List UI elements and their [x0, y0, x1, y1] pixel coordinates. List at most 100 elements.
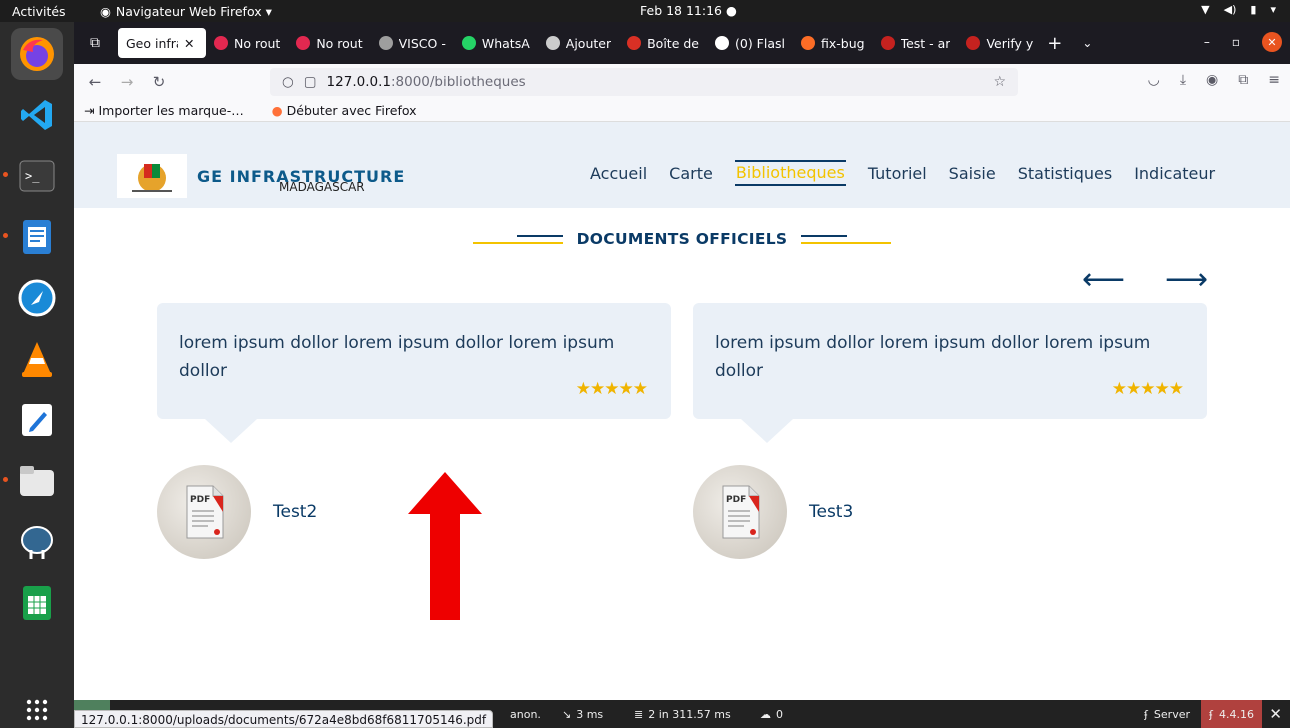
tab-no-route-2[interactable]: No rout: [288, 28, 370, 58]
document-card[interactable]: lorem ipsum dollor lorem ipsum dollor lo…: [157, 303, 671, 443]
tab-whatsapp[interactable]: WhatsA: [454, 28, 538, 58]
menu-item-carte[interactable]: Carte: [669, 164, 713, 186]
url-bar[interactable]: ○ ▢ 127.0.0.1:8000/bibliotheques ☆: [270, 68, 1018, 96]
account-icon[interactable]: ◉: [1206, 72, 1218, 88]
menu-item-accueil[interactable]: Accueil: [590, 164, 647, 186]
back-button[interactable]: ←: [82, 73, 108, 91]
sf-db[interactable]: ≣ 2 in 311.57 ms: [634, 708, 731, 721]
dock-calc[interactable]: [11, 577, 63, 629]
shield-icon[interactable]: ○: [282, 74, 294, 90]
running-indicator: [3, 233, 8, 238]
activities-button[interactable]: Activités: [0, 4, 74, 19]
menu-icon[interactable]: ≡: [1268, 72, 1280, 88]
tab-verify[interactable]: Verify y: [958, 28, 1041, 58]
favicon-icon: [296, 36, 311, 50]
document-item[interactable]: PDF Test3: [693, 465, 853, 559]
dock-vlc[interactable]: [11, 333, 63, 385]
tab-no-route-1[interactable]: No rout: [206, 28, 288, 58]
section-title: DOCUMENTS OFFICIELS: [576, 230, 788, 248]
pocket-icon[interactable]: ◡: [1148, 72, 1160, 88]
tab-fix-bug[interactable]: fix-bug: [793, 28, 873, 58]
tab-label: fix-bug: [821, 35, 865, 51]
arrow-right-icon[interactable]: ⟶: [1165, 262, 1208, 297]
list-all-tabs-button[interactable]: ⧉: [82, 30, 108, 56]
forward-button[interactable]: →: [114, 73, 140, 91]
dock: >_: [0, 22, 74, 728]
firefox-small-icon: ●: [271, 103, 283, 118]
page-icon: ▢: [303, 74, 317, 90]
tab-test[interactable]: Test - ar: [873, 28, 959, 58]
spreadsheet-icon: [23, 586, 51, 620]
tab-label: No rout: [234, 35, 281, 51]
document-item[interactable]: PDF Test2: [157, 465, 317, 559]
new-tab-button[interactable]: +: [1047, 33, 1062, 54]
menu-item-saisie[interactable]: Saisie: [949, 164, 996, 186]
svg-text:PDF: PDF: [726, 495, 746, 505]
app-menu[interactable]: ◉ Navigateur Web Firefox ▾: [100, 4, 272, 19]
dock-firefox[interactable]: [11, 28, 63, 80]
document-icon: [23, 220, 51, 254]
show-apps-button[interactable]: [0, 698, 74, 722]
tab-boite[interactable]: Boîte de: [619, 28, 707, 58]
close-toolbar-button[interactable]: ✕: [1269, 705, 1282, 723]
main-menu: Accueil Carte Bibliotheques Tutoriel Sai…: [590, 160, 1215, 186]
dock-terminal[interactable]: >_: [3, 150, 63, 202]
dock-writer[interactable]: [3, 211, 63, 263]
symfony-icon: ʄ: [1144, 708, 1148, 721]
tab-ajouter[interactable]: Ajouter: [538, 28, 619, 58]
document-name[interactable]: Test2: [273, 502, 317, 522]
carousel-nav: ⟵ ⟶: [1082, 262, 1208, 297]
menu-item-bibliotheques[interactable]: Bibliotheques: [734, 160, 846, 186]
document-name[interactable]: Test3: [809, 502, 853, 522]
sf-user[interactable]: anon.: [510, 708, 541, 721]
elephant-icon: [21, 526, 53, 559]
document-card[interactable]: lorem ipsum dollor lorem ipsum dollor lo…: [693, 303, 1207, 443]
system-top-bar: Activités ◉ Navigateur Web Firefox ▾ Feb…: [0, 0, 1290, 22]
clock[interactable]: Feb 18 11:16 ●: [640, 3, 737, 18]
sf-version-label: 4.4.16: [1219, 707, 1254, 721]
star-rating: ★★★★★: [575, 379, 648, 399]
close-window-button[interactable]: ✕: [1262, 32, 1282, 52]
bookmark-label: Débuter avec Firefox: [286, 103, 417, 118]
close-icon[interactable]: ✕: [184, 36, 194, 51]
bookmark-star-icon[interactable]: ☆: [993, 74, 1006, 90]
app-menu-label: Navigateur Web Firefox ▾: [115, 3, 272, 19]
menu-item-indicateur[interactable]: Indicateur: [1134, 164, 1215, 186]
cloud-icon: ☁: [760, 708, 771, 721]
bookmark-get-started[interactable]: ● Débuter avec Firefox: [272, 103, 417, 118]
sf-cache[interactable]: ☁ 0: [760, 708, 783, 721]
arrow-left-icon[interactable]: ⟵: [1082, 262, 1125, 297]
tab-geo-infra[interactable]: Geo infra ✕: [118, 28, 206, 58]
menu-item-tutoriel[interactable]: Tutoriel: [868, 164, 927, 186]
restore-button[interactable]: ▫: [1232, 35, 1240, 49]
dock-text-editor[interactable]: [11, 394, 63, 446]
desktop: Activités ◉ Navigateur Web Firefox ▾ Feb…: [0, 0, 1290, 728]
menu-item-statistiques[interactable]: Statistiques: [1018, 164, 1112, 186]
dock-files[interactable]: [3, 455, 63, 507]
pdf-icon: PDF: [693, 465, 787, 559]
tab-label: No rout: [316, 35, 363, 51]
chevron-down-icon[interactable]: ⌄: [1082, 36, 1092, 50]
tab-visco[interactable]: VISCO -: [371, 28, 454, 58]
coat-of-arms-logo: [117, 154, 187, 198]
sf-version[interactable]: ʄ 4.4.16: [1201, 700, 1262, 728]
dock-compass[interactable]: [11, 272, 63, 324]
minimize-button[interactable]: –: [1204, 35, 1210, 49]
heading-decoration-right: [801, 234, 892, 244]
system-tray[interactable]: ▼ ◀) ▮ ▾: [1201, 3, 1276, 16]
pdf-icon: PDF: [157, 465, 251, 559]
tab-label: (0) Flasl: [735, 35, 785, 51]
tab-flask[interactable]: (0) Flasl: [707, 28, 793, 58]
download-icon[interactable]: ⤓: [1180, 72, 1186, 88]
sf-server[interactable]: ʄ Server: [1144, 708, 1190, 721]
reload-button[interactable]: ↻: [146, 73, 172, 91]
battery-icon: ▮: [1250, 3, 1257, 16]
extensions-icon[interactable]: ⧉: [1238, 72, 1248, 88]
folder-icon: [20, 466, 54, 496]
sf-time[interactable]: ↘ 3 ms: [562, 708, 603, 721]
card-pointer: [741, 419, 793, 443]
bookmark-import[interactable]: ⇥ Importer les marque-…: [84, 103, 244, 118]
favicon-icon: [545, 36, 560, 50]
dock-vscode[interactable]: [11, 89, 63, 141]
dock-pgadmin[interactable]: [11, 516, 63, 568]
